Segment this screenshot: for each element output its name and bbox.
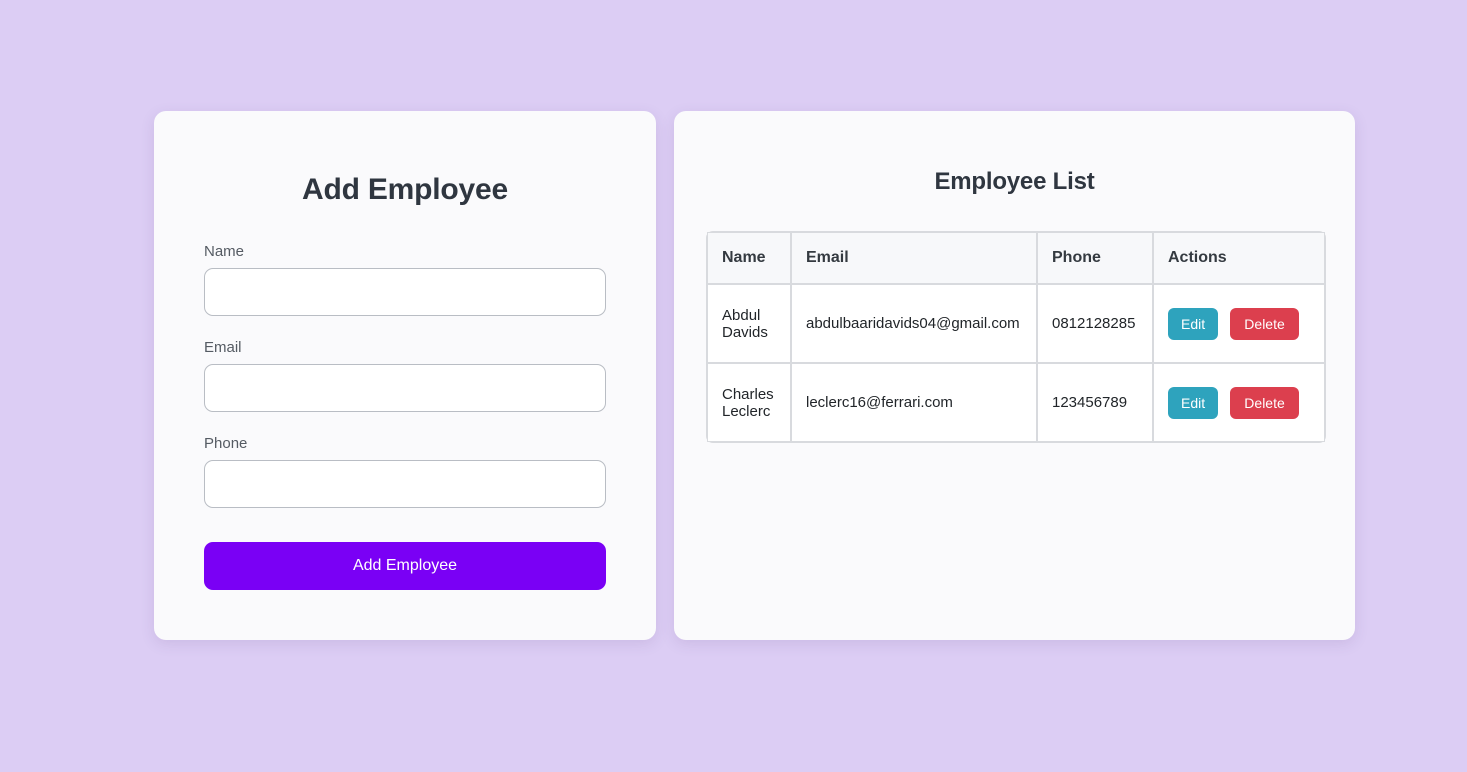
cell-phone: 0812128285 bbox=[1037, 284, 1153, 363]
employee-list-card: Employee List Name Email Phone Actions A… bbox=[674, 111, 1355, 640]
employee-table: Name Email Phone Actions Abdul Davids ab… bbox=[706, 231, 1326, 443]
app-root: Add Employee Name Email Phone Add Employ… bbox=[0, 0, 1467, 772]
page-title: Add Employee bbox=[302, 173, 508, 206]
table-header-row: Name Email Phone Actions bbox=[707, 232, 1325, 284]
delete-button[interactable]: Delete bbox=[1230, 307, 1299, 340]
field-label-email: Email bbox=[204, 339, 242, 356]
panels-container: Add Employee Name Email Phone Add Employ… bbox=[154, 111, 1355, 640]
field-name: Name bbox=[204, 243, 606, 316]
add-employee-card: Add Employee Name Email Phone Add Employ… bbox=[154, 111, 656, 640]
delete-button[interactable]: Delete bbox=[1230, 386, 1299, 419]
add-employee-button[interactable]: Add Employee bbox=[204, 542, 606, 590]
cell-phone: 123456789 bbox=[1037, 363, 1153, 442]
table-body: Abdul Davids abdulbaaridavids04@gmail.co… bbox=[707, 284, 1325, 442]
email-input[interactable] bbox=[204, 364, 606, 412]
cell-name: Charles Leclerc bbox=[707, 363, 791, 442]
cell-email: abdulbaaridavids04@gmail.com bbox=[791, 284, 1037, 363]
column-header-email: Email bbox=[791, 232, 1037, 284]
field-phone: Phone bbox=[204, 435, 606, 508]
column-header-actions: Actions bbox=[1153, 232, 1325, 284]
table-head: Name Email Phone Actions bbox=[707, 232, 1325, 284]
field-label-phone: Phone bbox=[204, 435, 248, 452]
employee-list-title: Employee List bbox=[934, 168, 1095, 195]
cell-actions: Edit Delete bbox=[1153, 363, 1325, 442]
cell-email: leclerc16@ferrari.com bbox=[791, 363, 1037, 442]
field-email: Email bbox=[204, 339, 606, 412]
phone-input[interactable] bbox=[204, 460, 606, 508]
table-row: Charles Leclerc leclerc16@ferrari.com 12… bbox=[707, 363, 1325, 442]
cell-actions: Edit Delete bbox=[1153, 284, 1325, 363]
column-header-phone: Phone bbox=[1037, 232, 1153, 284]
employee-table-wrapper: Name Email Phone Actions Abdul Davids ab… bbox=[706, 231, 1326, 443]
edit-button[interactable]: Edit bbox=[1168, 307, 1219, 340]
column-header-name: Name bbox=[707, 232, 791, 284]
field-label-name: Name bbox=[204, 243, 245, 260]
name-input[interactable] bbox=[204, 268, 606, 316]
cell-name: Abdul Davids bbox=[707, 284, 791, 363]
table-row: Abdul Davids abdulbaaridavids04@gmail.co… bbox=[707, 284, 1325, 363]
edit-button[interactable]: Edit bbox=[1168, 386, 1219, 419]
